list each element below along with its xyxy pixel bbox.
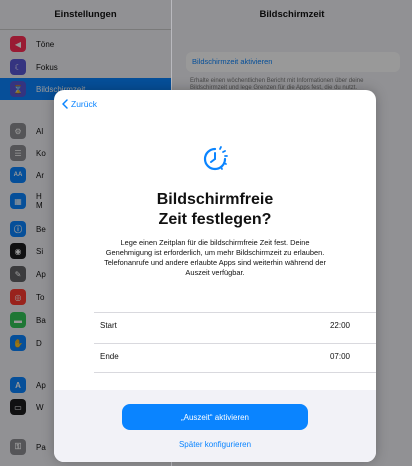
sidebar-item-batterie[interactable]: ▬ Ba bbox=[10, 309, 46, 331]
heading-line-1: Bildschirmfreie bbox=[156, 191, 274, 208]
sidebar-item-label: D bbox=[36, 338, 42, 348]
sidebar-item-label: H M bbox=[36, 192, 43, 210]
sidebar-item-label: Ko bbox=[36, 148, 46, 158]
sidebar-item-app-store[interactable]: A Ap bbox=[10, 374, 46, 396]
accessibility-icon: ⓘ bbox=[10, 221, 26, 237]
sheet-description: Lege einen Zeitplan für die bildschirmfr… bbox=[104, 238, 326, 277]
sidebar-item-bedienungshilfen[interactable]: ⓘ Be bbox=[10, 218, 46, 240]
detail-title: Bildschirmzeit bbox=[259, 9, 325, 20]
chevron-left-icon bbox=[62, 99, 68, 109]
sidebar-title: Einstellungen bbox=[54, 9, 117, 20]
sidebar-item-label: Fokus bbox=[36, 62, 58, 72]
sidebar-item-anzeige[interactable]: AA Ar bbox=[10, 164, 44, 186]
sidebar-item-siri[interactable]: ◉ Si bbox=[10, 240, 43, 262]
sheet-footer: „Auszeit“ aktivieren Später konfiguriere… bbox=[54, 390, 376, 462]
hourglass-icon: ⌛ bbox=[10, 81, 26, 97]
key-icon: ⚿ bbox=[10, 439, 26, 455]
sidebar-item-label: Be bbox=[36, 224, 46, 234]
siri-icon: ◉ bbox=[10, 243, 26, 259]
heading-line-2: Zeit festlegen? bbox=[158, 211, 272, 228]
pencil-icon: ✎ bbox=[10, 266, 26, 282]
sidebar-item-label: Pa bbox=[36, 442, 46, 452]
aa-icon: AA bbox=[10, 167, 26, 183]
sidebar-item-datenschutz[interactable]: ✋ D bbox=[10, 332, 42, 354]
sidebar-item-label: Töne bbox=[36, 39, 55, 49]
schedule-start-label: Start bbox=[100, 320, 117, 330]
sidebar-item-wallet[interactable]: ▭ W bbox=[10, 396, 44, 418]
sidebar-item-label: To bbox=[36, 292, 45, 302]
schedule-end-row[interactable]: Ende 07:00 bbox=[100, 344, 350, 368]
sidebar-item-toene[interactable]: ◀ Töne bbox=[10, 33, 54, 55]
grid-icon: ▦ bbox=[10, 193, 26, 209]
downtime-sheet: Zurück Bildschirmfreie Zeit festlegen? L… bbox=[54, 90, 376, 462]
sheet-heading: Bildschirmfreie Zeit festlegen? bbox=[54, 190, 376, 230]
back-label: Zurück bbox=[71, 99, 97, 109]
configure-later-button[interactable]: Später konfigurieren bbox=[54, 440, 376, 449]
enable-downtime-button[interactable]: „Auszeit“ aktivieren bbox=[122, 404, 308, 430]
sidebar-item-label: Si bbox=[36, 246, 44, 256]
sidebar-item-label: Ar bbox=[36, 170, 44, 180]
wallet-icon: ▭ bbox=[10, 399, 26, 415]
divider bbox=[94, 372, 376, 373]
sidebar-item-homescreen[interactable]: ▦ H M bbox=[10, 190, 43, 212]
sidebar-divider bbox=[0, 29, 171, 30]
fingerprint-icon: ◎ bbox=[10, 289, 26, 305]
sidebar-item-label: Ap bbox=[36, 380, 46, 390]
sidebar-item-fokus[interactable]: ☾ Fokus bbox=[10, 56, 58, 78]
enable-screentime-button[interactable]: Bildschirmzeit aktivieren bbox=[186, 52, 400, 72]
switches-icon: ☰ bbox=[10, 145, 26, 161]
sidebar-item-allgemein[interactable]: ⚙ Al bbox=[10, 120, 43, 142]
schedule-start-value: 22:00 bbox=[329, 320, 350, 330]
sidebar-item-label: Ap bbox=[36, 269, 46, 279]
sidebar-item-label: Ba bbox=[36, 315, 46, 325]
sidebar-item-touch-id[interactable]: ◎ To bbox=[10, 286, 44, 308]
hand-icon: ✋ bbox=[10, 335, 26, 351]
downtime-icon bbox=[203, 146, 228, 171]
battery-icon: ▬ bbox=[10, 312, 26, 328]
gear-icon: ⚙ bbox=[10, 123, 26, 139]
appstore-icon: A bbox=[10, 377, 26, 393]
schedule-end-label: Ende bbox=[100, 351, 119, 361]
sidebar-item-passwoerter[interactable]: ⚿ Pa bbox=[10, 436, 46, 458]
moon-icon: ☾ bbox=[10, 59, 26, 75]
sidebar-item-label: Al bbox=[36, 126, 44, 136]
sidebar-item-kontrollzentrum[interactable]: ☰ Ko bbox=[10, 142, 46, 164]
speaker-icon: ◀ bbox=[10, 36, 26, 52]
back-button[interactable]: Zurück bbox=[62, 99, 97, 109]
schedule-start-row[interactable]: Start 22:00 bbox=[100, 313, 350, 337]
schedule-end-value: 07:00 bbox=[329, 351, 350, 361]
sidebar-item-apple-pencil[interactable]: ✎ Ap bbox=[10, 263, 46, 285]
sidebar-item-label: W bbox=[36, 402, 44, 412]
